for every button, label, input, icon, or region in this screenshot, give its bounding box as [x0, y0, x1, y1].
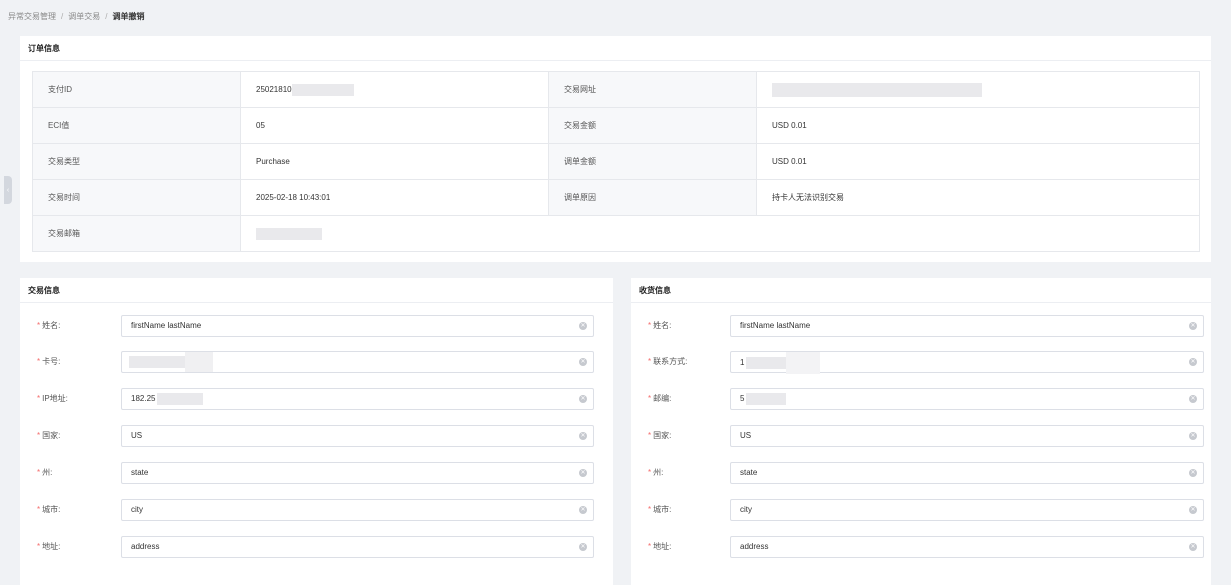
dispute-reason-label: 调单原因: [548, 179, 757, 216]
table-row: ECI值 05 交易金额 USD 0.01: [32, 107, 1200, 144]
city-label: * 城市:: [37, 505, 61, 514]
chevron-left-icon: ‹: [6, 186, 10, 194]
circle-x-icon[interactable]: ✕: [579, 506, 587, 514]
form-row-country: * 国家: US ✕: [631, 425, 1211, 447]
circle-x-icon[interactable]: ✕: [1189, 358, 1197, 366]
table-row: 交易邮箱: [32, 215, 1200, 252]
circle-x-icon[interactable]: ✕: [1189, 469, 1197, 477]
form-row-zip: * 邮编: 5 ✕: [631, 388, 1211, 410]
breadcrumb-separator: /: [61, 12, 64, 21]
transaction-email-label: 交易邮箱: [32, 215, 241, 252]
contact-input[interactable]: 1 ✕: [730, 351, 1204, 374]
country-label: * 国家:: [37, 431, 61, 440]
breadcrumb-item-abnormal[interactable]: 异常交易管理: [8, 12, 56, 21]
breadcrumb: 异常交易管理 / 调单交易 / 调单撤销: [8, 11, 144, 22]
address-input[interactable]: address ✕: [121, 536, 594, 558]
country-input[interactable]: US ✕: [121, 425, 594, 447]
city-label: * 城市:: [648, 505, 672, 514]
shipping-name-input[interactable]: firstName lastName ✕: [730, 315, 1204, 337]
form-row-name: * 姓名: firstName lastName ✕: [631, 315, 1211, 337]
form-row-card-number: * 卡号: ✕: [20, 351, 613, 373]
breadcrumb-item-current: 调单撤销: [112, 12, 145, 21]
eci-value: 05: [240, 107, 549, 144]
table-row: 支付ID 25021810 交易网址: [32, 71, 1200, 108]
sidebar-collapse-handle[interactable]: ‹: [4, 176, 12, 204]
shipping-info-card: 收货信息 * 姓名: firstName lastName ✕ * 联系方式: 1 ✕ …: [631, 278, 1211, 585]
city-input[interactable]: city ✕: [121, 499, 594, 521]
circle-x-icon[interactable]: ✕: [1189, 432, 1197, 440]
contact-label: * 联系方式:: [648, 357, 688, 366]
transaction-type-value: Purchase: [240, 143, 549, 180]
ip-input[interactable]: 182.25 ✕: [121, 388, 594, 410]
breadcrumb-item-dispute[interactable]: 调单交易: [68, 12, 100, 21]
transaction-time-value: 2025-02-18 10:43:01: [240, 179, 549, 216]
state-label: * 州:: [37, 468, 53, 477]
form-row-address: * 地址: address ✕: [20, 536, 613, 558]
circle-x-icon[interactable]: ✕: [579, 395, 587, 403]
form-row-city: * 城市: city ✕: [631, 499, 1211, 521]
country-label: * 国家:: [648, 431, 672, 440]
table-row: 交易时间 2025-02-18 10:43:01 调单原因 持卡人无法识别交易: [32, 179, 1200, 216]
circle-x-icon[interactable]: ✕: [579, 358, 587, 366]
dispute-amount-label: 调单金额: [548, 143, 757, 180]
card-number-label: * 卡号:: [37, 357, 61, 366]
order-info-title: 订单信息: [20, 36, 1211, 61]
shipping-address-input[interactable]: address ✕: [730, 536, 1204, 558]
zip-label: * 邮编:: [648, 394, 672, 403]
breadcrumb-separator: /: [105, 12, 108, 21]
circle-x-icon[interactable]: ✕: [579, 432, 587, 440]
transaction-type-label: 交易类型: [32, 143, 241, 180]
zip-input[interactable]: 5 ✕: [730, 388, 1204, 410]
transaction-url-label: 交易网址: [548, 71, 757, 108]
table-row: 交易类型 Purchase 调单金额 USD 0.01: [32, 143, 1200, 180]
shipping-state-input[interactable]: state ✕: [730, 462, 1204, 484]
eci-label: ECI值: [32, 107, 241, 144]
form-row-contact: * 联系方式: 1 ✕: [631, 351, 1211, 374]
form-row-address: * 地址: address ✕: [631, 536, 1211, 558]
shipping-country-input[interactable]: US ✕: [730, 425, 1204, 447]
form-row-country: * 国家: US ✕: [20, 425, 613, 447]
name-input[interactable]: firstName lastName ✕: [121, 315, 594, 337]
card-number-input[interactable]: ✕: [121, 351, 594, 373]
transaction-amount-label: 交易金额: [548, 107, 757, 144]
ip-label: * IP地址:: [37, 394, 68, 403]
form-row-ip: * IP地址: 182.25 ✕: [20, 388, 613, 410]
form-row-state: * 州: state ✕: [20, 462, 613, 484]
shipping-info-title: 收货信息: [631, 278, 1211, 303]
form-row-city: * 城市: city ✕: [20, 499, 613, 521]
form-row-state: * 州: state ✕: [631, 462, 1211, 484]
circle-x-icon[interactable]: ✕: [1189, 543, 1197, 551]
transaction-time-label: 交易时间: [32, 179, 241, 216]
address-label: * 地址:: [37, 542, 61, 551]
circle-x-icon[interactable]: ✕: [1189, 395, 1197, 403]
dispute-amount-value: USD 0.01: [756, 143, 1200, 180]
transaction-amount-value: USD 0.01: [756, 107, 1200, 144]
state-label: * 州:: [648, 468, 664, 477]
circle-x-icon[interactable]: ✕: [1189, 506, 1197, 514]
order-info-table: 支付ID 25021810 交易网址 ECI值 05 交易金额 USD 0.01…: [32, 71, 1200, 252]
transaction-url-value: [756, 71, 1200, 108]
circle-x-icon[interactable]: ✕: [579, 322, 587, 330]
form-row-name: * 姓名: firstName lastName ✕: [20, 315, 613, 337]
name-label: * 姓名:: [37, 321, 61, 330]
name-label: * 姓名:: [648, 321, 672, 330]
order-info-card: 订单信息 支付ID 25021810 交易网址 ECI值 05 交易金额 USD…: [20, 36, 1211, 262]
shipping-city-input[interactable]: city ✕: [730, 499, 1204, 521]
state-input[interactable]: state ✕: [121, 462, 594, 484]
dispute-reason-value: 持卡人无法识别交易: [756, 179, 1200, 216]
circle-x-icon[interactable]: ✕: [1189, 322, 1197, 330]
circle-x-icon[interactable]: ✕: [579, 543, 587, 551]
address-label: * 地址:: [648, 542, 672, 551]
payment-id-label: 支付ID: [32, 71, 241, 108]
circle-x-icon[interactable]: ✕: [579, 469, 587, 477]
transaction-info-card: 交易信息 * 姓名: firstName lastName ✕ * 卡号: ✕ * IP…: [20, 278, 613, 585]
transaction-info-title: 交易信息: [20, 278, 613, 303]
transaction-email-value: [240, 215, 1200, 252]
payment-id-value: 25021810: [240, 71, 549, 108]
